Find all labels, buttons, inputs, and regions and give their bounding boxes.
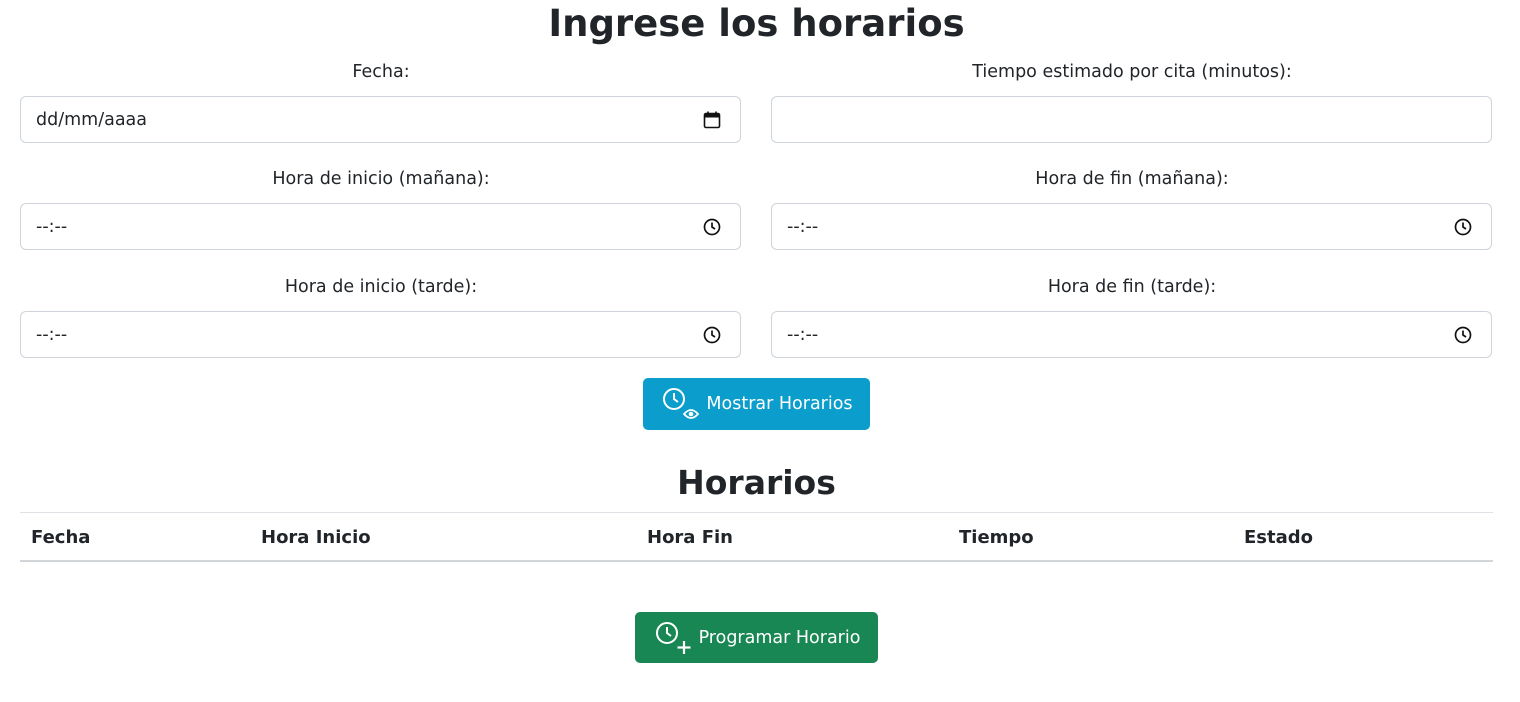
inicio-tarde-label: Hora de inicio (tarde): xyxy=(284,277,478,297)
fin-manana-placeholder: --:-- xyxy=(787,216,819,237)
calendar-icon[interactable] xyxy=(702,110,722,130)
fin-tarde-placeholder: --:-- xyxy=(787,324,819,345)
column-header-hora-inicio: Hora Inicio xyxy=(261,527,371,548)
mostrar-horarios-label: Mostrar Horarios xyxy=(706,394,853,414)
tiempo-label: Tiempo estimado por cita (minutos): xyxy=(972,62,1292,82)
inicio-manana-label: Hora de inicio (mañana): xyxy=(272,169,490,189)
horarios-title: Horarios xyxy=(677,463,836,502)
fecha-label: Fecha: xyxy=(352,62,410,82)
mostrar-horarios-button[interactable]: Mostrar Horarios xyxy=(643,378,870,430)
tiempo-input[interactable] xyxy=(771,96,1492,143)
fin-manana-input[interactable]: --:-- xyxy=(771,203,1492,250)
inicio-tarde-input[interactable]: --:-- xyxy=(20,311,741,358)
programar-horario-label: Programar Horario xyxy=(698,627,861,648)
fecha-input[interactable]: dd/mm/aaaa xyxy=(20,96,741,143)
fecha-placeholder: dd/mm/aaaa xyxy=(36,109,147,130)
column-header-fecha: Fecha xyxy=(31,527,91,548)
table-header-divider xyxy=(20,560,1493,562)
inicio-manana-placeholder: --:-- xyxy=(36,216,68,237)
clock-icon[interactable] xyxy=(1453,325,1473,345)
column-header-tiempo: Tiempo xyxy=(959,527,1034,548)
table-top-border xyxy=(20,512,1493,513)
column-header-estado: Estado xyxy=(1244,527,1314,548)
fin-manana-label: Hora de fin (mañana): xyxy=(1035,169,1229,189)
inicio-manana-input[interactable]: --:-- xyxy=(20,203,741,250)
clock-icon[interactable] xyxy=(702,217,722,237)
column-header-hora-fin: Hora Fin xyxy=(647,527,734,548)
clock-icon[interactable] xyxy=(1453,217,1473,237)
fin-tarde-input[interactable]: --:-- xyxy=(771,311,1492,358)
programar-horario-button[interactable]: Programar Horario xyxy=(635,612,878,663)
inicio-tarde-placeholder: --:-- xyxy=(36,324,68,345)
fin-tarde-label: Hora de fin (tarde): xyxy=(1047,277,1217,297)
page-title: Ingrese los horarios xyxy=(548,2,965,45)
clock-plus-icon xyxy=(655,621,691,654)
clock-eye-icon xyxy=(663,388,700,419)
clock-icon[interactable] xyxy=(702,325,722,345)
